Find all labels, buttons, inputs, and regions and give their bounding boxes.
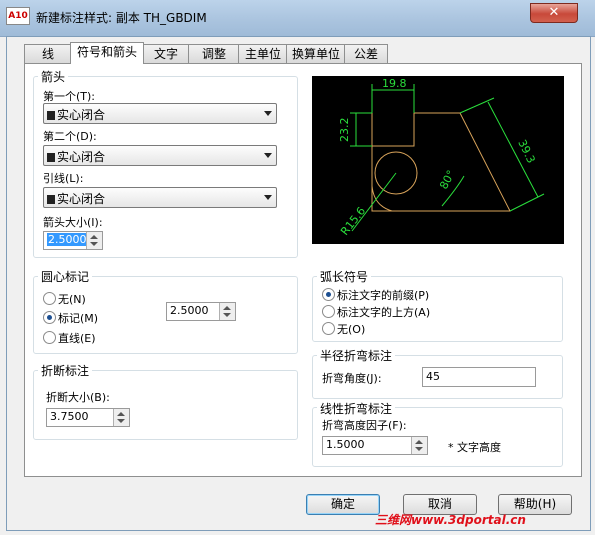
tab-tolerances[interactable]: 公差: [344, 44, 388, 63]
arrow-size-label: 箭头大小(I):: [43, 216, 103, 229]
radius-jog-group-label: 半径折弯标注: [317, 347, 396, 364]
leader-arrow-select[interactable]: 实心闭合: [43, 187, 277, 208]
center-mark-size-spinner[interactable]: 2.5000: [166, 302, 236, 321]
center-mark-line-label: 直线(E): [58, 332, 96, 345]
chevron-down-icon: [264, 195, 272, 200]
chevron-down-icon: [264, 153, 272, 158]
spinner-buttons[interactable]: [219, 303, 235, 320]
dim-break-group: [33, 370, 298, 440]
center-mark-none-radio[interactable]: [43, 292, 56, 305]
arrowhead-icon: [47, 195, 55, 204]
jog-height-factor-value: 1.5000: [326, 438, 365, 451]
tab-symbols-arrows[interactable]: 符号和箭头: [70, 42, 144, 64]
preview-dim-top: 19.8: [382, 77, 407, 90]
preview-radius: R15.6: [338, 205, 368, 238]
preview-image: 19.8 23.2 39.3 80° R15.6: [312, 76, 564, 244]
second-arrow-value: 实心闭合: [57, 150, 106, 164]
spinner-buttons[interactable]: [86, 232, 102, 249]
break-size-label: 折断大小(B):: [46, 391, 110, 404]
arrow-size-value: 2.5000: [47, 233, 88, 246]
second-arrow-select[interactable]: 实心闭合: [43, 145, 277, 166]
leader-arrow-label: 引线(L):: [43, 172, 84, 185]
spinner-buttons[interactable]: [411, 437, 427, 454]
app-icon: A10: [6, 7, 30, 25]
preview-angle: 80°: [437, 168, 458, 191]
tab-text[interactable]: 文字: [142, 44, 190, 63]
arrowhead-icon: [47, 153, 55, 162]
preview-drawing: 19.8 23.2 39.3 80° R15.6: [338, 77, 545, 238]
arrow-up-icon: [223, 306, 231, 310]
arrowheads-group-label: 箭头: [38, 68, 69, 85]
arrow-down-icon: [117, 419, 125, 423]
jog-angle-value: 45: [426, 370, 440, 383]
watermark: 三维网www.3dportal.cn: [375, 513, 526, 527]
second-arrow-label: 第二个(D):: [43, 130, 97, 143]
first-arrow-value: 实心闭合: [57, 108, 106, 122]
arrow-up-icon: [90, 235, 98, 239]
window-title: 新建标注样式: 副本 TH_GBDIM: [36, 11, 207, 25]
arc-none-label: 无(O): [337, 323, 366, 336]
chevron-down-icon: [264, 111, 272, 116]
arc-length-group-label: 弧长符号: [317, 268, 372, 285]
arrow-up-icon: [415, 440, 423, 444]
center-mark-mark-label: 标记(M): [58, 312, 99, 325]
tab-lines[interactable]: 线: [24, 44, 72, 63]
center-mark-line-radio[interactable]: [43, 331, 56, 344]
arrow-up-icon: [117, 412, 125, 416]
arc-prefix-label: 标注文字的前缀(P): [337, 289, 430, 302]
arrow-down-icon: [223, 313, 231, 317]
tab-fit[interactable]: 调整: [188, 44, 240, 63]
jog-angle-input[interactable]: 45: [422, 367, 536, 387]
arc-prefix-radio[interactable]: [322, 288, 335, 301]
ok-button[interactable]: 确定: [306, 494, 380, 515]
center-mark-mark-radio[interactable]: [43, 311, 56, 324]
text-height-suffix: * 文字高度: [448, 441, 501, 454]
jog-angle-label: 折弯角度(J):: [322, 372, 382, 385]
center-mark-none-label: 无(N): [58, 293, 86, 306]
tab-primary-units[interactable]: 主单位: [238, 44, 288, 63]
title-bar: A10 新建标注样式: 副本 TH_GBDIM ✕: [0, 0, 595, 37]
first-arrow-select[interactable]: 实心闭合: [43, 103, 277, 124]
break-size-value: 3.7500: [50, 410, 89, 423]
dim-break-group-label: 折断标注: [38, 362, 93, 379]
arrow-down-icon: [90, 242, 98, 246]
arc-above-radio[interactable]: [322, 305, 335, 318]
break-size-spinner[interactable]: 3.7500: [46, 408, 130, 427]
close-button[interactable]: ✕: [530, 3, 578, 23]
arc-above-label: 标注文字的上方(A): [337, 306, 431, 319]
spinner-buttons[interactable]: [113, 409, 129, 426]
tab-alternate-units[interactable]: 换算单位: [286, 44, 346, 63]
arrowhead-icon: [47, 111, 55, 120]
jog-height-factor-spinner[interactable]: 1.5000: [322, 436, 428, 455]
linear-jog-group-label: 线性折弯标注: [317, 400, 396, 417]
center-mark-size-value: 2.5000: [170, 304, 209, 317]
jog-height-factor-label: 折弯高度因子(F):: [322, 419, 407, 432]
arrow-down-icon: [415, 447, 423, 451]
preview-dim-left: 23.2: [338, 118, 351, 143]
leader-arrow-value: 实心闭合: [57, 192, 106, 206]
first-arrow-label: 第一个(T):: [43, 90, 96, 103]
arc-none-radio[interactable]: [322, 322, 335, 335]
center-marks-group-label: 圆心标记: [38, 268, 93, 285]
arrow-size-spinner[interactable]: 2.5000: [43, 231, 103, 250]
